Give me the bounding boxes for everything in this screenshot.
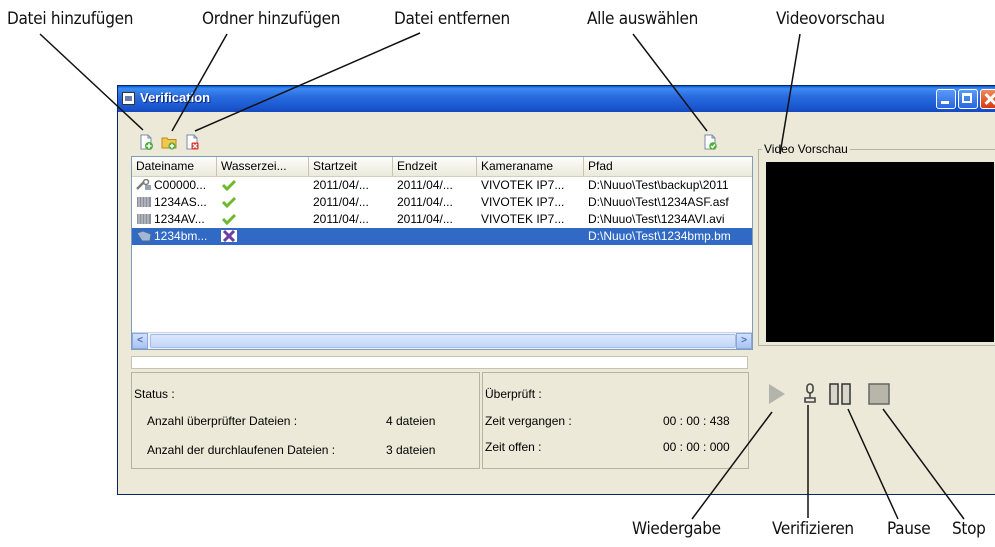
maximize-button[interactable] <box>958 89 978 109</box>
filename: 1234bm... <box>154 229 208 243</box>
callout-video-preview: Videovorschau <box>776 9 885 29</box>
camera-name: VIVOTEK IP7... <box>481 178 565 192</box>
film-icon <box>137 197 151 207</box>
column-camera-name[interactable]: Kameraname <box>477 157 584 176</box>
verified-label: Überprüft : <box>485 387 542 401</box>
checked-files-label: Anzahl überprüfter Dateien : <box>147 414 298 428</box>
column-start-time[interactable]: Startzeit <box>309 157 393 176</box>
callout-verify: Verifizieren <box>772 519 854 539</box>
callout-pause: Pause <box>887 519 931 539</box>
add-file-icon[interactable] <box>138 134 154 150</box>
column-watermark[interactable]: Wasserzei... <box>217 157 309 176</box>
camera-name: VIVOTEK IP7... <box>481 195 565 209</box>
status-heading: Status : <box>134 387 175 401</box>
processed-files-value: 3 dateien <box>386 443 436 457</box>
stop-icon[interactable] <box>867 382 891 411</box>
window-title: Verification <box>140 90 211 105</box>
video-preview-label: Video Vorschau <box>762 142 850 156</box>
table-row[interactable]: 1234AV... 2011/04/... 2011/04/... VIVOTE… <box>132 211 752 228</box>
start-time: 2011/04/... <box>313 178 369 192</box>
end-time: 2011/04/... <box>397 178 453 192</box>
end-time: 2011/04/... <box>397 195 453 209</box>
start-time: 2011/04/... <box>313 195 369 209</box>
filename: C00000... <box>154 178 207 192</box>
file-list[interactable]: Dateiname Wasserzei... Startzeit Endzeit… <box>131 156 753 350</box>
file-path: D:\Nuuo\Test\1234AVI.avi <box>588 212 725 226</box>
start-time <box>309 228 393 245</box>
remove-file-icon[interactable] <box>184 134 200 150</box>
end-time: 2011/04/... <box>397 212 453 226</box>
callout-add-file: Datei hinzufügen <box>7 9 134 29</box>
list-header: Dateiname Wasserzei... Startzeit Endzeit… <box>132 157 752 177</box>
cross-icon <box>221 230 237 242</box>
elapsed-label: Zeit vergangen : <box>485 414 572 428</box>
file-path: D:\Nuuo\Test\1234ASF.asf <box>588 195 729 209</box>
file-path: D:\Nuuo\Test\1234bmp.bm <box>584 228 752 245</box>
play-icon[interactable] <box>767 382 787 411</box>
close-button[interactable] <box>980 89 995 109</box>
check-icon <box>221 179 237 191</box>
callout-remove-file: Datei entfernen <box>394 9 510 29</box>
filename: 1234AV... <box>154 212 205 226</box>
film-icon <box>137 214 151 224</box>
timing-group: Überprüft : Zeit vergangen : 00 : 00 : 4… <box>482 372 749 469</box>
wrench-file-icon <box>136 179 151 190</box>
camera-name <box>477 228 584 245</box>
minimize-button[interactable] <box>936 89 956 109</box>
horizontal-scrollbar[interactable]: < > <box>132 332 752 349</box>
verify-icon[interactable] <box>801 382 819 411</box>
file-path: D:\Nuuo\Test\backup\2011 <box>588 178 729 192</box>
column-path[interactable]: Pfad <box>584 157 752 176</box>
column-filename[interactable]: Dateiname <box>132 157 217 176</box>
filename: 1234AS... <box>154 195 207 209</box>
callout-add-folder: Ordner hinzufügen <box>202 9 341 29</box>
app-icon <box>122 92 135 105</box>
camera-name: VIVOTEK IP7... <box>481 212 565 226</box>
callout-play: Wiedergabe <box>632 519 721 539</box>
check-icon <box>221 213 237 225</box>
column-end-time[interactable]: Endzeit <box>393 157 477 176</box>
verification-window: Verification Dateiname Wasserzei... Star… <box>117 85 995 495</box>
table-row-selected[interactable]: 1234bm... D:\Nuuo\Test\1234bmp.bm <box>132 228 752 245</box>
title-bar[interactable]: Verification <box>118 86 995 112</box>
progress-bar <box>131 356 748 369</box>
table-row[interactable]: C00000... 2011/04/... 2011/04/... VIVOTE… <box>132 177 752 194</box>
check-icon <box>221 196 237 208</box>
start-time: 2011/04/... <box>313 212 369 226</box>
scroll-thumb[interactable] <box>150 334 736 348</box>
remaining-label: Zeit offen : <box>485 440 542 454</box>
scroll-left-icon[interactable]: < <box>132 333 148 349</box>
scroll-right-icon[interactable]: > <box>736 333 752 349</box>
pause-icon[interactable] <box>829 382 851 411</box>
image-file-icon <box>136 230 152 242</box>
add-folder-icon[interactable] <box>161 134 177 150</box>
select-all-icon[interactable] <box>702 134 718 150</box>
callout-stop: Stop <box>952 519 986 539</box>
table-row[interactable]: 1234AS... 2011/04/... 2011/04/... VIVOTE… <box>132 194 752 211</box>
processed-files-label: Anzahl der durchlaufenen Dateien : <box>147 443 336 457</box>
video-preview-area <box>766 162 994 342</box>
end-time <box>393 228 477 245</box>
elapsed-value: 00 : 00 : 438 <box>663 414 730 428</box>
checked-files-value: 4 dateien <box>386 414 436 428</box>
remaining-value: 00 : 00 : 000 <box>663 440 730 454</box>
status-group: Status : Anzahl überprüfter Dateien : 4 … <box>131 372 480 469</box>
callout-select-all: Alle auswählen <box>587 9 698 29</box>
